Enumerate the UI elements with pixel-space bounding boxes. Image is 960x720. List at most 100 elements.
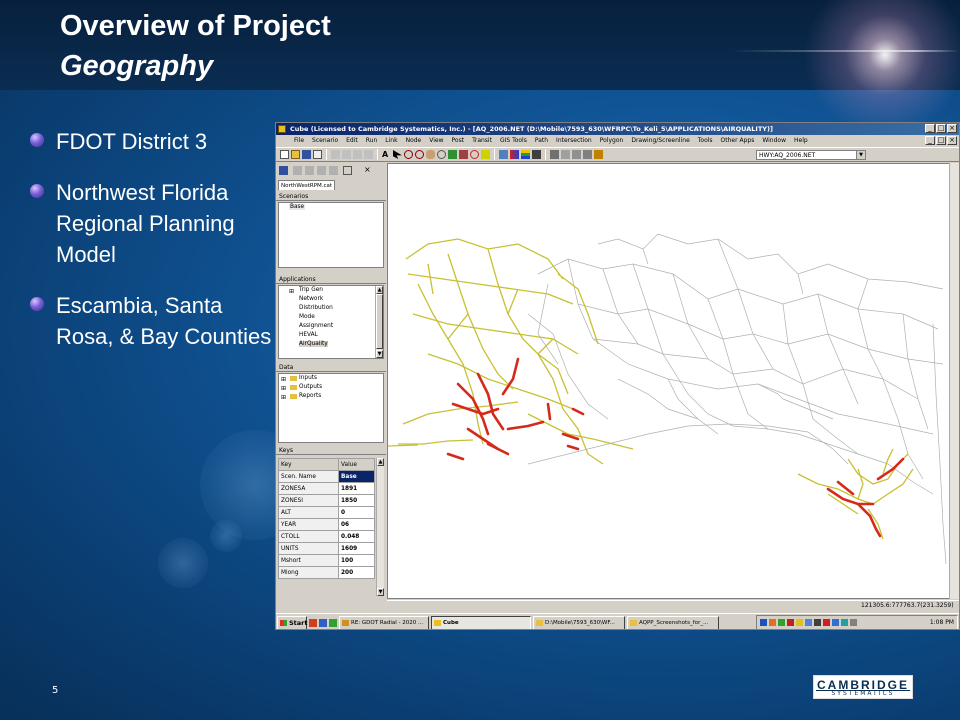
catalog-tool-icon[interactable]: [329, 166, 338, 175]
undo-icon[interactable]: [364, 150, 373, 159]
catalog-tool-icon[interactable]: [343, 166, 352, 175]
brush-icon[interactable]: [594, 150, 603, 159]
menu-link[interactable]: Link: [381, 135, 401, 146]
copy-icon[interactable]: [342, 150, 351, 159]
menu-polygon[interactable]: Polygon: [596, 135, 628, 146]
tray-icon[interactable]: [823, 619, 830, 626]
menu-transit[interactable]: Transit: [468, 135, 496, 146]
catalog-tool-icon[interactable]: [293, 166, 302, 175]
catalog-tool-icon[interactable]: [305, 166, 314, 175]
value-cell[interactable]: 200: [338, 566, 375, 579]
scroll-up-icon[interactable]: ▲: [377, 458, 384, 466]
menu-path[interactable]: Path: [531, 135, 552, 146]
menu-other-apps[interactable]: Other Apps: [717, 135, 759, 146]
value-cell[interactable]: 1609: [338, 542, 375, 555]
table-row[interactable]: ALT 0: [278, 506, 375, 519]
print-preview-icon[interactable]: [561, 150, 570, 159]
menu-file[interactable]: File: [290, 135, 308, 146]
text-tool-icon[interactable]: A: [382, 150, 391, 159]
reports-icon[interactable]: [550, 150, 559, 159]
close-icon[interactable]: ×: [947, 124, 957, 133]
keys-scrollbar[interactable]: ▲ ▼: [376, 458, 384, 596]
tree-item-assignment[interactable]: Assignment: [279, 322, 383, 331]
window-titlebar[interactable]: Cube (Licensed to Cambridge Systematics,…: [276, 123, 959, 135]
layers-icon[interactable]: [499, 150, 508, 159]
doc-minimize-icon[interactable]: _: [925, 136, 935, 145]
cut-icon[interactable]: [331, 150, 340, 159]
maximize-icon[interactable]: □: [936, 124, 946, 133]
table-row[interactable]: ZONESA 1891: [278, 482, 375, 495]
node-tool-icon[interactable]: [459, 150, 468, 159]
print-icon[interactable]: [313, 150, 322, 159]
menu-edit[interactable]: Edit: [342, 135, 362, 146]
menu-node[interactable]: Node: [402, 135, 426, 146]
tree-item-trip-gen[interactable]: ⊞ Trip Gen: [279, 286, 383, 295]
tray-icon[interactable]: [841, 619, 848, 626]
expand-plus-icon[interactable]: ⊞: [281, 393, 286, 402]
quicklaunch-icon[interactable]: [329, 618, 337, 627]
quicklaunch-icon[interactable]: [309, 618, 317, 627]
tree-item-heval[interactable]: HEVAL: [279, 331, 383, 340]
table-row[interactable]: YEAR 06: [278, 518, 375, 531]
select-tool-icon[interactable]: [448, 150, 457, 159]
scroll-down-icon[interactable]: ▼: [377, 588, 384, 596]
value-cell[interactable]: 0: [338, 506, 375, 519]
taskbar-item-outlook[interactable]: RE: GDOT Radial - 2020 ...: [339, 615, 429, 629]
doc-close-icon[interactable]: ×: [947, 136, 957, 145]
tray-icon[interactable]: [805, 619, 812, 626]
keys-column-key[interactable]: Key: [278, 458, 339, 471]
tree-item-distribution[interactable]: Distribution: [279, 304, 383, 313]
bandwidth-icon[interactable]: [521, 150, 530, 159]
tree-item-outputs[interactable]: ⊞ Outputs: [279, 383, 383, 392]
menu-intersection[interactable]: Intersection: [552, 135, 596, 146]
zoom-out-icon[interactable]: [415, 150, 424, 159]
scenario-item[interactable]: Base: [279, 203, 383, 212]
new-file-icon[interactable]: [280, 150, 289, 159]
menu-help[interactable]: Help: [790, 135, 812, 146]
options-icon[interactable]: [583, 150, 592, 159]
value-cell[interactable]: 0.048: [338, 530, 375, 543]
doc-restore-icon[interactable]: □: [936, 136, 946, 145]
volume-icon[interactable]: [850, 619, 857, 626]
value-cell[interactable]: 06: [338, 518, 375, 531]
tree-item-mode[interactable]: Mode: [279, 313, 383, 322]
tray-icon[interactable]: [778, 619, 785, 626]
value-cell[interactable]: 1891: [338, 482, 375, 495]
pointer-icon[interactable]: [393, 150, 402, 159]
menu-scenario[interactable]: Scenario: [308, 135, 342, 146]
value-cell[interactable]: 100: [338, 554, 375, 567]
taskbar-item-screenshots[interactable]: AQPP_Screenshots_for_...: [627, 615, 719, 629]
value-cell[interactable]: 1850: [338, 494, 375, 507]
value-cell[interactable]: Base: [338, 470, 375, 483]
table-row[interactable]: Mshort 100: [278, 554, 375, 567]
tree-item-network[interactable]: Network: [279, 295, 383, 304]
tray-icon[interactable]: [796, 619, 803, 626]
tray-icon[interactable]: [814, 619, 821, 626]
table-row[interactable]: UNITS 1609: [278, 542, 375, 555]
scroll-down-icon[interactable]: ▼: [376, 350, 383, 358]
menu-window[interactable]: Window: [758, 135, 790, 146]
save-icon[interactable]: [302, 150, 311, 159]
minimize-icon[interactable]: _: [925, 124, 935, 133]
tray-icon[interactable]: [769, 619, 776, 626]
menu-drawing-screenline[interactable]: Drawing/Screenline: [627, 135, 693, 146]
catalog-tab[interactable]: NorthWestRPM.cat: [278, 180, 336, 190]
query-icon[interactable]: [470, 150, 479, 159]
zoom-in-icon[interactable]: [404, 150, 413, 159]
save-catalog-icon[interactable]: [279, 166, 288, 175]
applications-scrollbar[interactable]: ▲ ▼: [375, 286, 383, 358]
network-map[interactable]: [387, 163, 950, 599]
highlight-icon[interactable]: [481, 150, 490, 159]
fill-icon[interactable]: [532, 150, 541, 159]
menu-run[interactable]: Run: [362, 135, 382, 146]
scroll-up-icon[interactable]: ▲: [376, 286, 383, 294]
menu-view[interactable]: View: [425, 135, 447, 146]
map-scrollbar[interactable]: [949, 163, 959, 599]
menu-gis-tools[interactable]: GIS Tools: [496, 135, 531, 146]
table-row[interactable]: Mlong 200: [278, 566, 375, 579]
zoom-extent-icon[interactable]: [437, 150, 446, 159]
color-icon[interactable]: [510, 150, 519, 159]
keys-column-value[interactable]: Value: [338, 458, 375, 471]
table-row[interactable]: Scen. Name Base: [278, 470, 375, 483]
table-row[interactable]: ZONESI 1850: [278, 494, 375, 507]
